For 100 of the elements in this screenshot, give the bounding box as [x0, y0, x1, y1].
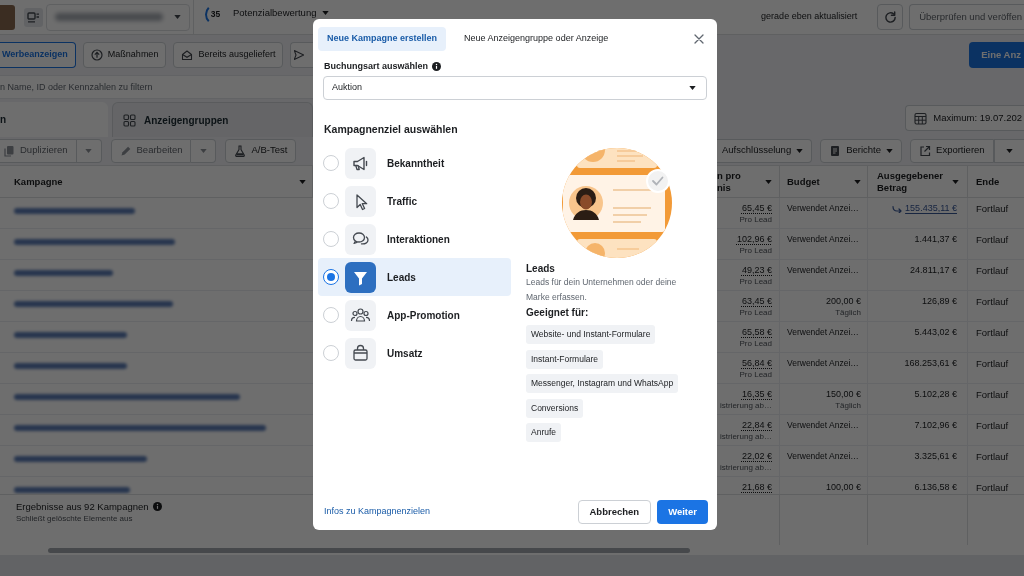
- budget-amount: 200,00 €: [825, 296, 861, 307]
- placement-tag: Conversions: [526, 398, 584, 418]
- cost-per-result: 22,02 €: [741, 451, 772, 462]
- objective-option[interactable]: Interaktionen: [318, 220, 511, 258]
- section-heading: Kampagnenziel auswählen: [323, 122, 459, 137]
- flask-icon: [234, 144, 247, 157]
- end-date: Fortlauf: [976, 296, 1009, 307]
- end-date: Fortlauf: [976, 482, 1009, 493]
- caret-icon: [952, 179, 959, 184]
- result-type: istrierung ab…: [719, 400, 772, 411]
- end-date: Fortlauf: [976, 420, 1009, 431]
- result-type: Pro Lead: [739, 338, 772, 349]
- amount-spent: 3.325,61 €: [914, 451, 957, 462]
- toolbar-button[interactable]: Aufschlüsselung: [717, 138, 813, 163]
- objective-option[interactable]: Bekanntheit: [318, 144, 511, 182]
- cost-per-result: 65,58 €: [741, 327, 772, 338]
- column-header[interactable]: Budget: [780, 166, 868, 197]
- update-status: gerade eben aktualisiert: [761, 10, 858, 24]
- objective-option[interactable]: App-Promotion: [318, 296, 511, 334]
- budget-period: Täglich: [835, 400, 861, 411]
- amount-spent: 168.253,61 €: [904, 358, 957, 369]
- close-icon[interactable]: [694, 34, 704, 44]
- objective-option[interactable]: Umsatz: [318, 334, 511, 372]
- amount-spent-link[interactable]: 155.435,11 €: [905, 203, 957, 214]
- send-icon: [294, 50, 305, 60]
- review-publish-button[interactable]: Überprüfen und veröffen: [909, 4, 1024, 30]
- caret-icon: [322, 10, 330, 15]
- caret-icon: [1005, 148, 1013, 153]
- create-button[interactable]: Eine Anz: [969, 42, 1024, 68]
- end-date: Fortlauf: [976, 265, 1009, 276]
- placement-tag: Anrufe: [526, 423, 562, 442]
- caret-icon: [200, 148, 207, 153]
- end-date: Fortlauf: [976, 389, 1009, 400]
- cost-per-result: 22,84 €: [741, 420, 772, 431]
- arrow-up-circle-icon: [90, 49, 103, 61]
- budget-strategy: Verwendet Anzei…: [787, 327, 859, 338]
- copy-icon: [3, 144, 15, 157]
- view-button[interactable]: Maßnahmen: [82, 42, 167, 68]
- end-date: Fortlauf: [976, 203, 1009, 214]
- results-summary: Ergebnisse aus 92 Kampagnen: [16, 500, 149, 513]
- level-tab[interactable]: Anzeigengruppen: [112, 102, 313, 137]
- view-button[interactable]: Werbeanzeigen: [0, 42, 76, 68]
- budget-strategy: Verwendet Anzei…: [787, 451, 859, 462]
- level-tab[interactable]: n: [0, 102, 108, 137]
- placement-tag: Website- und Instant-Formulare: [526, 325, 656, 344]
- caret-icon: [689, 86, 696, 90]
- dialog-tab[interactable]: Neue Anzeigengruppe oder Anzeige: [455, 27, 618, 51]
- dialog-tab[interactable]: Neue Kampagne erstellen: [318, 27, 447, 51]
- placement-tag: Instant-Formulare: [526, 349, 604, 369]
- cost-per-result: 63,45 €: [741, 296, 772, 307]
- send-button[interactable]: [290, 42, 313, 68]
- info-icon: [152, 502, 162, 511]
- dropdown-toggle-button[interactable]: [76, 138, 102, 163]
- caret-icon: [299, 179, 306, 184]
- objective-option[interactable]: Traffic: [318, 182, 511, 220]
- score-dropdown[interactable]: Potenzialbewertung: [233, 7, 330, 18]
- radio-button[interactable]: [323, 269, 339, 285]
- horizontal-scrollbar[interactable]: [48, 547, 690, 553]
- grid-icon: [123, 113, 136, 127]
- report-icon: [829, 144, 842, 157]
- cost-per-result: 21,68 €: [741, 482, 772, 493]
- account-dropdown[interactable]: [46, 3, 190, 31]
- amount-spent: 1.441,37 €: [914, 234, 957, 245]
- cost-per-result: 16,35 €: [741, 389, 772, 400]
- column-header[interactable]: Ende: [968, 166, 1024, 197]
- budget-amount: 150,00 €: [825, 389, 861, 400]
- cancel-button[interactable]: Abbrechen: [577, 500, 652, 524]
- budget-strategy: Verwendet Anzei…: [787, 265, 859, 276]
- result-type: Pro Lead: [739, 245, 772, 256]
- info-icon: [432, 61, 442, 71]
- calendar-icon: [914, 111, 928, 125]
- amount-spent: 5.443,02 €: [914, 327, 957, 338]
- dropdown-toggle-button[interactable]: [191, 138, 217, 163]
- objective-option[interactable]: Leads: [318, 258, 511, 296]
- booking-type-select[interactable]: Auktion: [323, 76, 707, 100]
- amount-spent: 7.102,96 €: [914, 420, 957, 431]
- result-type: istrierung ab…: [719, 431, 772, 442]
- caret-icon: [174, 15, 181, 19]
- view-button[interactable]: Bereits ausgeliefert: [173, 42, 284, 68]
- info-link[interactable]: Infos zu Kampagnenzielen: [324, 505, 431, 519]
- toolbar-button[interactable]: Exportieren: [910, 138, 994, 163]
- end-date: Fortlauf: [976, 451, 1009, 462]
- toolbar-button[interactable]: A/B-Test: [225, 138, 297, 163]
- result-type: Pro Lead: [739, 276, 772, 287]
- caret-icon: [796, 148, 804, 153]
- budget-strategy: Verwendet Anzei…: [787, 358, 859, 369]
- column-header[interactable]: Ausgegebener Betrag: [868, 166, 968, 197]
- chat-bubbles-icon: [345, 223, 376, 255]
- result-type: Pro Lead: [739, 214, 772, 225]
- budget-amount: 100,00 €: [825, 482, 861, 493]
- result-type: Pro Lead: [739, 369, 772, 380]
- date-range-button[interactable]: Maximum: 19.07.202: [905, 105, 1024, 131]
- end-date: Fortlauf: [976, 234, 1009, 245]
- dropdown-toggle-button[interactable]: [993, 138, 1024, 163]
- refresh-button[interactable]: [877, 4, 904, 30]
- budget-strategy: Verwendet Anzei…: [787, 234, 859, 245]
- next-button[interactable]: Weiter: [657, 500, 708, 524]
- toolbar-button[interactable]: Berichte: [820, 138, 903, 163]
- field-label: Buchungsart auswählen: [324, 60, 429, 73]
- end-date: Fortlauf: [976, 358, 1009, 369]
